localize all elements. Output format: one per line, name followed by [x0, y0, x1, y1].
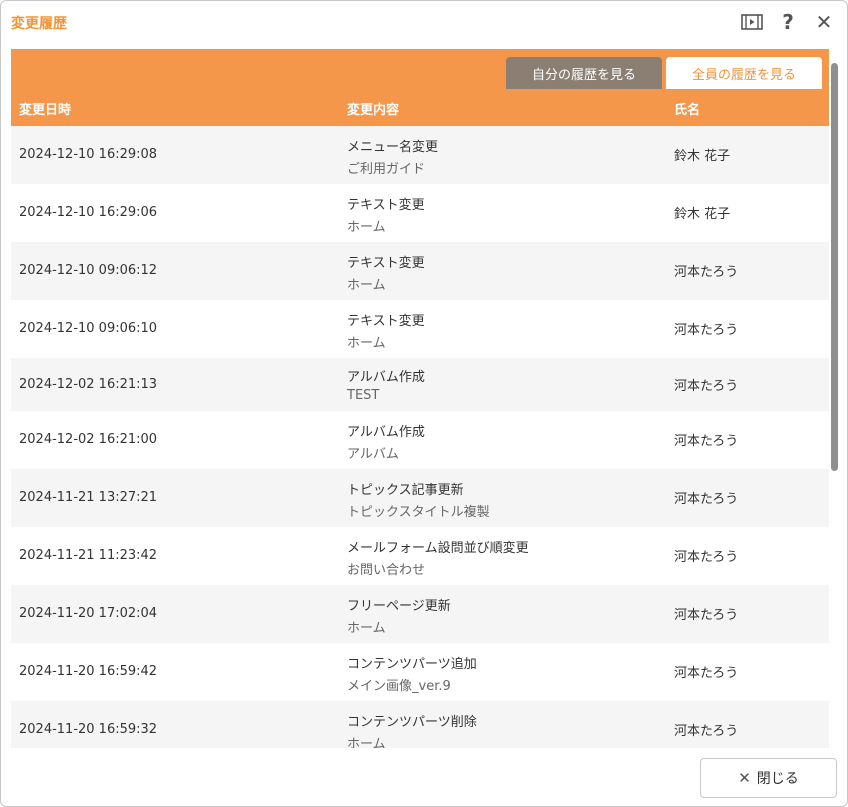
row-date: 2024-11-21 13:27:21 [19, 490, 158, 505]
row-change-type: アルバム作成 [347, 425, 425, 440]
table-row: 2024-12-02 16:21:00 アルバム作成 アルバム 河本たろう [11, 411, 829, 469]
row-change: アルバム作成 TEST [347, 366, 425, 403]
row-change-type: アルバム作成 [347, 370, 425, 385]
row-change-type: テキスト変更 [347, 256, 425, 271]
row-user-name: 河本たろう [674, 265, 739, 280]
history-table-body: 2024-12-10 16:29:08 メニュー名変更 ご利用ガイド 鈴木 花子 202… [11, 126, 829, 748]
row-change: テキスト変更 ホーム [347, 252, 425, 293]
table-row: 2024-12-10 16:29:08 メニュー名変更 ご利用ガイド 鈴木 花子 [11, 126, 829, 184]
row-user-name: 鈴木 花子 [674, 149, 731, 164]
table-row: 2024-12-10 09:06:10 テキスト変更 ホーム 河本たろう [11, 300, 829, 358]
table-row: 2024-11-21 13:27:21 トピックス記事更新トピックスタイトル複製 河… [11, 469, 829, 527]
row-user-name: 河本たろう [674, 608, 739, 623]
row-change: メニュー名変更 ご利用ガイド [347, 136, 438, 177]
row-change-target: お問い合わせ [347, 563, 426, 578]
tab-bar: 自分の履歴を見る 全員の履歴を見る [11, 49, 829, 89]
row-user-name: 河本たろう [674, 550, 739, 565]
row-user-name: 河本たろう [674, 492, 739, 507]
row-user-name: 河本たろう [674, 666, 739, 681]
row-change-type: フリーページ更新 [347, 599, 451, 614]
column-header-date: 変更日時 [19, 103, 72, 118]
row-change-type: コンテンツパーツ追加 [347, 657, 477, 672]
row-change-target: ホーム [347, 737, 386, 748]
row-date: 2024-12-02 16:21:13 [19, 377, 158, 392]
row-date: 2024-12-10 16:29:08 [19, 147, 158, 162]
dialog-title: 変更履歴 [11, 16, 67, 32]
row-date: 2024-11-20 17:02:04 [19, 606, 158, 621]
history-dialog: 変更履歴 ? ✕ 自分の履歴を見る 全員の履歴を見る 変更日時 変更内容 氏名 … [0, 0, 848, 807]
column-header-action: 変更内容 [347, 103, 400, 118]
row-date: 2024-12-10 16:29:06 [19, 205, 158, 220]
row-change: コンテンツパーツ削除ホーム [347, 711, 477, 748]
row-date: 2024-11-21 11:23:42 [19, 548, 158, 563]
table-row: 2024-11-21 11:23:42 メールフォーム設問並び順変更 お問い合わせ 河… [11, 527, 829, 585]
row-change-type: メニュー名変更 [347, 140, 439, 155]
close-button[interactable]: ✕ 閉じる [700, 758, 837, 798]
row-user-name: 河本たろう [674, 434, 739, 449]
row-date: 2024-12-10 09:06:12 [19, 263, 158, 278]
row-change: トピックス記事更新トピックスタイトル複製 [347, 479, 490, 520]
table-row: 2024-11-20 16:59:42 コンテンツパーツ追加 メイン画像_ver.9… [11, 643, 829, 701]
title-toolbar: ? ✕ [741, 10, 835, 34]
scrollbar-thumb[interactable] [831, 63, 838, 471]
row-change-type: テキスト変更 [347, 198, 425, 213]
row-user-name: 河本たろう [674, 379, 739, 394]
row-change-target: トピックスタイトル複製 [347, 505, 490, 520]
row-change-type: テキスト変更 [347, 314, 425, 329]
table-row: 2024-12-02 16:21:13 アルバム作成 TEST 河本たろう [11, 358, 829, 411]
row-change-target: メイン画像_ver.9 [347, 679, 451, 694]
row-user-name: 河本たろう [674, 724, 739, 739]
row-change-target: ホーム [347, 621, 386, 636]
table-row: 2024-11-20 17:02:04 フリーページ更新 ホーム 河本たろう [11, 585, 829, 643]
table-header: 変更日時 変更内容 氏名 [11, 89, 829, 126]
row-change: テキスト変更 ホーム [347, 310, 425, 351]
table-row: 2024-11-20 16:59:32 コンテンツパーツ削除ホーム 河本たろう [11, 701, 829, 748]
table-row: 2024-12-10 09:06:12 テキスト変更 ホーム 河本たろう [11, 242, 829, 300]
row-user-name: 鈴木 花子 [674, 207, 731, 222]
row-change-target: ホーム [347, 220, 386, 235]
tab-my-history[interactable]: 自分の履歴を見る [506, 57, 662, 89]
row-change-target: ご利用ガイド [347, 162, 426, 177]
row-change: コンテンツパーツ追加 メイン画像_ver.9 [347, 653, 477, 694]
row-date: 2024-12-10 09:06:10 [19, 321, 158, 336]
help-icon[interactable]: ? [777, 10, 799, 34]
row-change-target: ホーム [347, 278, 386, 293]
row-change: メールフォーム設問並び順変更 お問い合わせ [347, 537, 529, 578]
table-row: 2024-12-10 16:29:06 テキスト変更 ホーム 鈴木 花子 [11, 184, 829, 242]
row-date: 2024-12-02 16:21:00 [19, 432, 158, 447]
row-change-target: アルバム [347, 447, 399, 462]
row-change-target: ホーム [347, 336, 386, 351]
close-icon[interactable]: ✕ [813, 10, 835, 34]
film-icon[interactable] [741, 11, 763, 33]
column-header-name: 氏名 [674, 103, 701, 118]
row-change: フリーページ更新 ホーム [347, 595, 451, 636]
row-change-type: コンテンツパーツ削除 [347, 715, 477, 730]
row-change: テキスト変更 ホーム [347, 194, 425, 235]
close-button-label: 閉じる [756, 771, 799, 787]
row-date: 2024-11-20 16:59:32 [19, 722, 158, 737]
row-user-name: 河本たろう [674, 323, 739, 338]
row-change: アルバム作成 アルバム [347, 421, 425, 462]
close-x-icon: ✕ [738, 769, 751, 787]
row-change-type: メールフォーム設問並び順変更 [347, 541, 529, 556]
row-date: 2024-11-20 16:59:42 [19, 664, 158, 679]
row-change-target: TEST [347, 388, 380, 403]
tab-all-history[interactable]: 全員の履歴を見る [666, 57, 822, 89]
row-change-type: トピックス記事更新 [347, 483, 464, 498]
